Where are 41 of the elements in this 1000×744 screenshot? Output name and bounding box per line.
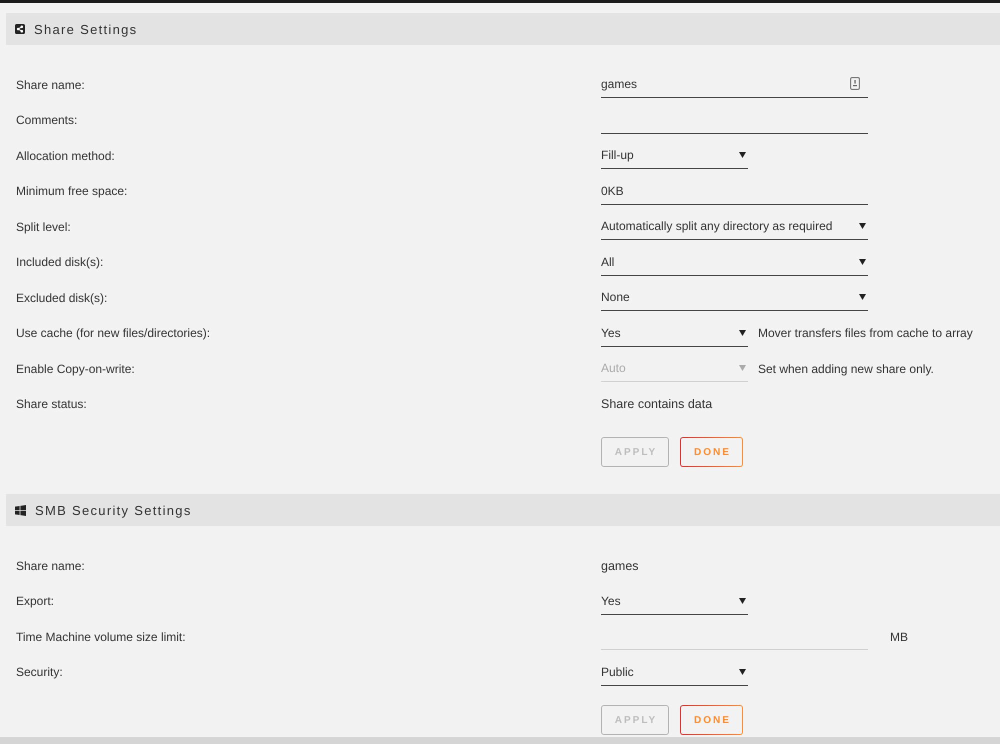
field-label: Export: [16, 594, 54, 608]
field-label: Share name: [16, 558, 85, 573]
text-field[interactable]: games [601, 71, 868, 98]
caret-icon [859, 223, 866, 230]
dropdown[interactable]: Fill-up [601, 142, 748, 170]
value-text: Share contains data [601, 397, 712, 412]
value-text: games [601, 558, 639, 573]
section-title: SMB Security Settings [35, 502, 192, 518]
four-panes-icon [15, 504, 26, 516]
share-icon [15, 24, 25, 34]
field-label: Security: [16, 665, 63, 680]
field-label: Use cache (for new files/directories): [16, 326, 210, 340]
caret-icon [739, 152, 746, 158]
caret-icon [739, 668, 746, 675]
field-label: Comments: [16, 113, 78, 128]
dropdown[interactable]: Yes [601, 320, 748, 347]
dropdown[interactable]: Automatically split any directory as required [601, 213, 868, 240]
unit-label: MB [890, 630, 908, 644]
field-label: Enable Copy-on-write: [16, 362, 135, 376]
text-field[interactable]: 0KB [601, 178, 868, 205]
caret-icon [739, 365, 746, 372]
caret-icon [859, 294, 866, 300]
hint-text: Set when adding new share only. [758, 362, 934, 376]
dropdown[interactable]: Yes [601, 588, 748, 615]
caret-icon [739, 598, 746, 604]
field-label: Minimum free space: [16, 184, 128, 198]
hint-text: Mover transfers files from cache to array [758, 326, 973, 340]
dropdown[interactable]: None [601, 284, 868, 312]
field-label: Included disk(s): [16, 255, 104, 270]
field-label: Allocation method: [16, 148, 115, 163]
exclamation-icon[interactable] [850, 77, 860, 90]
field-label: Share status: [16, 397, 87, 412]
dropdown[interactable]: Public [601, 658, 748, 686]
field-label: Time Machine volume size limit: [16, 630, 186, 644]
field-label: Excluded disk(s): [16, 290, 108, 305]
dropdown[interactable]: All [601, 248, 868, 276]
section-title: Share Settings [34, 22, 138, 36]
field-label: Share name: [16, 78, 85, 92]
caret-icon [859, 258, 866, 265]
caret-icon [739, 330, 746, 336]
field-label: Split level: [16, 220, 71, 234]
